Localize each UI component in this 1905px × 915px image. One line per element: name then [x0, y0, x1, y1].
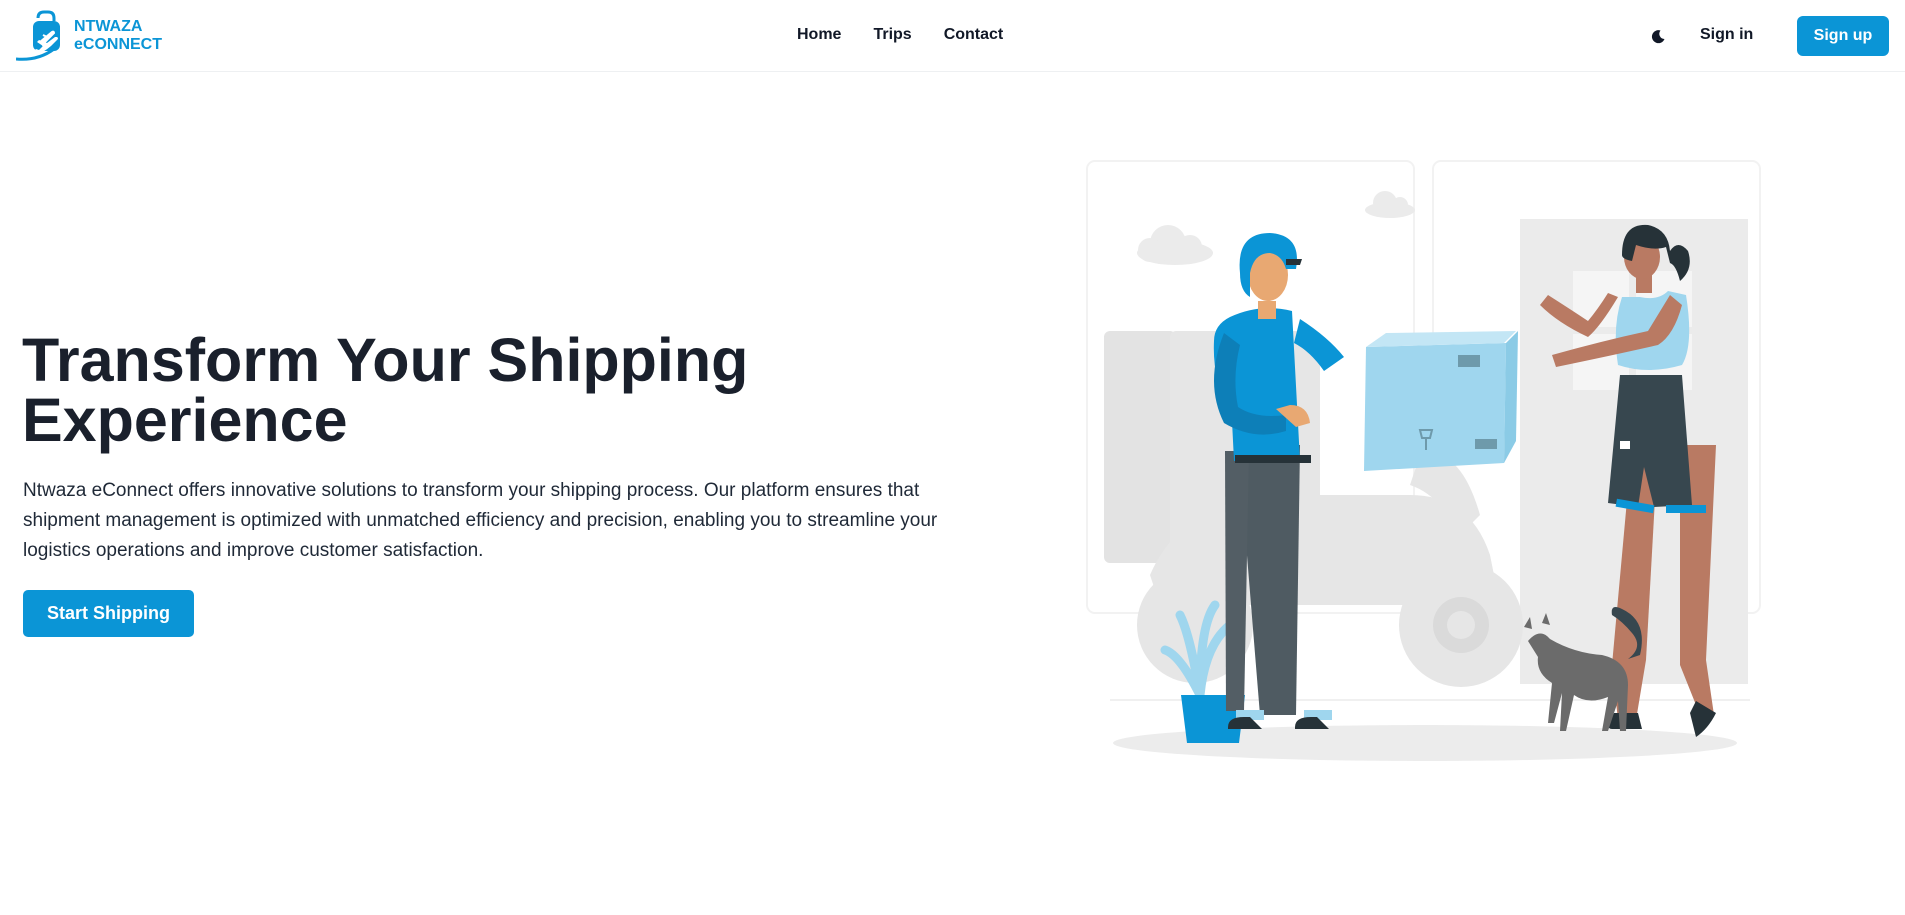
cloud-icon — [1365, 191, 1415, 218]
cloud-icon — [1137, 225, 1213, 265]
hero-title: Transform Your Shipping Experience — [22, 326, 749, 454]
main-nav: Home Trips Contact — [797, 24, 1035, 46]
theme-toggle-button[interactable] — [1642, 21, 1674, 53]
start-shipping-button[interactable]: Start Shipping — [23, 590, 194, 637]
nav-home-link[interactable]: Home — [797, 24, 841, 46]
brand-line2: eCONNECT — [74, 36, 163, 53]
nav-trips-link[interactable]: Trips — [873, 24, 911, 46]
suitcase-plane-logo-icon — [16, 10, 60, 61]
courier-figure — [1213, 233, 1344, 729]
brand-logo-link[interactable]: NTWAZA eCONNECT — [16, 10, 162, 62]
delivery-illustration — [1086, 160, 1761, 761]
sign-up-button[interactable]: Sign up — [1797, 16, 1889, 56]
brand-text: NTWAZA eCONNECT — [74, 18, 162, 54]
moon-icon — [1651, 30, 1665, 44]
navbar: NTWAZA eCONNECT Home Trips Contact Sign … — [0, 0, 1905, 72]
hero-description: Ntwaza eConnect offers innovative soluti… — [23, 480, 938, 561]
parcel-box — [1364, 331, 1518, 471]
brand-line1: NTWAZA — [74, 18, 143, 35]
sign-in-link[interactable]: Sign in — [1700, 24, 1753, 46]
nav-contact-link[interactable]: Contact — [944, 24, 1004, 46]
